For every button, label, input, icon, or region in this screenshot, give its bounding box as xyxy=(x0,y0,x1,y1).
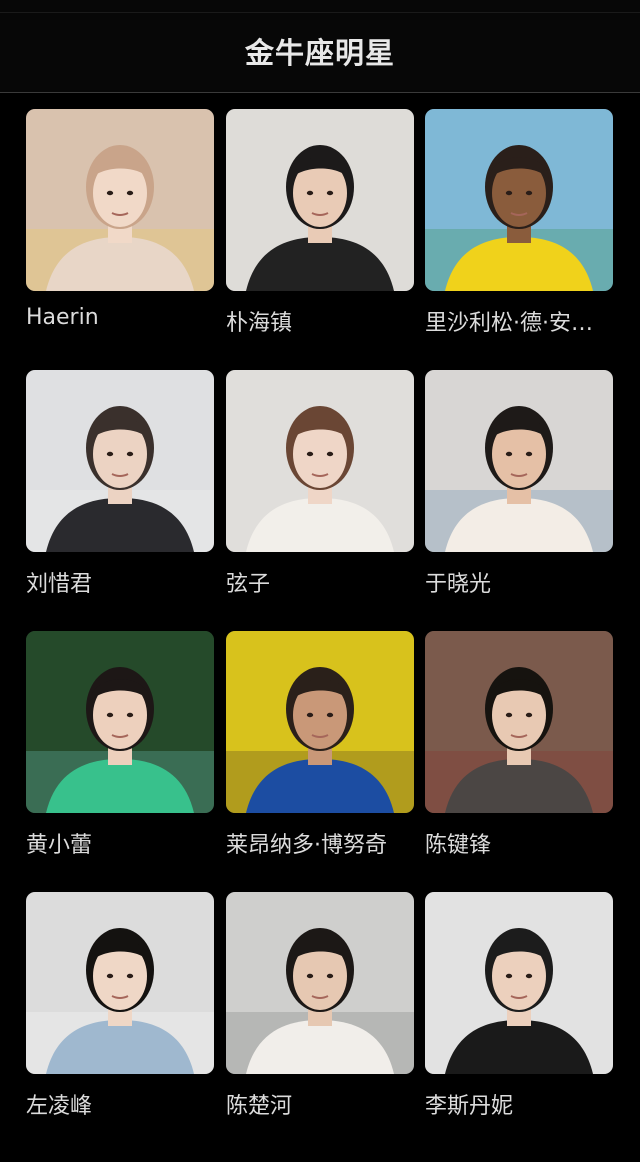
celebrity-name[interactable]: 于晓光 xyxy=(425,566,621,598)
celebrity-photo[interactable] xyxy=(425,370,613,552)
portrait-image xyxy=(425,109,613,291)
celebrity-name[interactable]: 朴海镇 xyxy=(226,305,422,337)
portrait-image xyxy=(425,631,613,813)
celebrity-card[interactable]: 朴海镇 xyxy=(226,93,414,336)
portrait-image xyxy=(425,892,613,1074)
celebrity-card[interactable]: 弦子 xyxy=(226,354,414,597)
celebrity-name[interactable]: 陈楚河 xyxy=(226,1088,422,1120)
celebrity-card[interactable]: Haerin xyxy=(26,93,214,330)
portrait-image xyxy=(226,631,414,813)
portrait-right-eye xyxy=(126,712,134,718)
portrait-image xyxy=(226,109,414,291)
portrait-right-eye xyxy=(525,451,533,457)
celebrity-photo[interactable] xyxy=(226,631,414,813)
portrait-left-eye xyxy=(505,712,513,718)
celebrity-photo[interactable] xyxy=(26,370,214,552)
celebrity-photo[interactable] xyxy=(226,370,414,552)
celebrity-name[interactable]: 黄小蕾 xyxy=(26,827,222,859)
celebrity-name[interactable]: 陈键锋 xyxy=(425,827,621,859)
portrait-right-eye xyxy=(525,712,533,718)
celebrity-name[interactable]: 弦子 xyxy=(226,566,422,598)
celebrity-name[interactable]: 刘惜君 xyxy=(26,566,222,598)
celebrity-card[interactable]: 于晓光 xyxy=(425,354,613,597)
portrait-left-eye xyxy=(306,712,314,718)
celebrity-card[interactable]: 黄小蕾 xyxy=(26,615,214,858)
portrait-right-eye xyxy=(126,190,134,196)
portrait-right-eye xyxy=(326,712,334,718)
portrait-right-eye xyxy=(126,451,134,457)
portrait-right-eye xyxy=(326,451,334,457)
status-divider xyxy=(0,12,640,13)
celebrity-name[interactable]: Haerin xyxy=(26,305,222,330)
celebrity-photo[interactable] xyxy=(425,109,613,291)
celebrity-card[interactable]: 陈楚河 xyxy=(226,876,414,1119)
portrait-left-eye xyxy=(106,451,114,457)
celebrity-photo[interactable] xyxy=(425,631,613,813)
celebrity-grid: Haerin 朴海镇 里沙利松·德·安… 刘惜君 弦子 于晓光 黄小蕾 莱昂纳多… xyxy=(0,93,640,1162)
celebrity-card[interactable]: 左凌峰 xyxy=(26,876,214,1119)
celebrity-name[interactable]: 左凌峰 xyxy=(26,1088,222,1120)
portrait-right-eye xyxy=(525,190,533,196)
portrait-right-eye xyxy=(126,973,134,979)
header-bar: 金牛座明星 xyxy=(0,0,640,93)
portrait-image xyxy=(425,370,613,552)
portrait-left-eye xyxy=(306,973,314,979)
celebrity-photo[interactable] xyxy=(226,892,414,1074)
portrait-image xyxy=(26,892,214,1074)
portrait-left-eye xyxy=(306,190,314,196)
portrait-left-eye xyxy=(106,973,114,979)
portrait-left-eye xyxy=(505,451,513,457)
portrait-image xyxy=(226,370,414,552)
celebrity-card[interactable]: 陈键锋 xyxy=(425,615,613,858)
portrait-image xyxy=(26,109,214,291)
portrait-left-eye xyxy=(505,190,513,196)
celebrity-photo[interactable] xyxy=(425,892,613,1074)
portrait-image xyxy=(226,892,414,1074)
portrait-image xyxy=(26,631,214,813)
celebrity-photo[interactable] xyxy=(226,109,414,291)
celebrity-card[interactable]: 刘惜君 xyxy=(26,354,214,597)
portrait-left-eye xyxy=(106,190,114,196)
celebrity-photo[interactable] xyxy=(26,892,214,1074)
celebrity-name[interactable]: 李斯丹妮 xyxy=(425,1088,621,1120)
portrait-right-eye xyxy=(326,190,334,196)
portrait-left-eye xyxy=(505,973,513,979)
page-title: 金牛座明星 xyxy=(244,36,395,70)
portrait-left-eye xyxy=(106,712,114,718)
celebrity-card[interactable]: 李斯丹妮 xyxy=(425,876,613,1119)
celebrity-name[interactable]: 莱昂纳多·博努奇 xyxy=(226,827,422,859)
celebrity-name[interactable]: 里沙利松·德·安… xyxy=(425,305,621,337)
celebrity-card[interactable]: 莱昂纳多·博努奇 xyxy=(226,615,414,858)
portrait-right-eye xyxy=(525,973,533,979)
celebrity-photo[interactable] xyxy=(26,631,214,813)
celebrity-photo[interactable] xyxy=(26,109,214,291)
portrait-left-eye xyxy=(306,451,314,457)
portrait-image xyxy=(26,370,214,552)
portrait-right-eye xyxy=(326,973,334,979)
celebrity-card[interactable]: 里沙利松·德·安… xyxy=(425,93,613,336)
